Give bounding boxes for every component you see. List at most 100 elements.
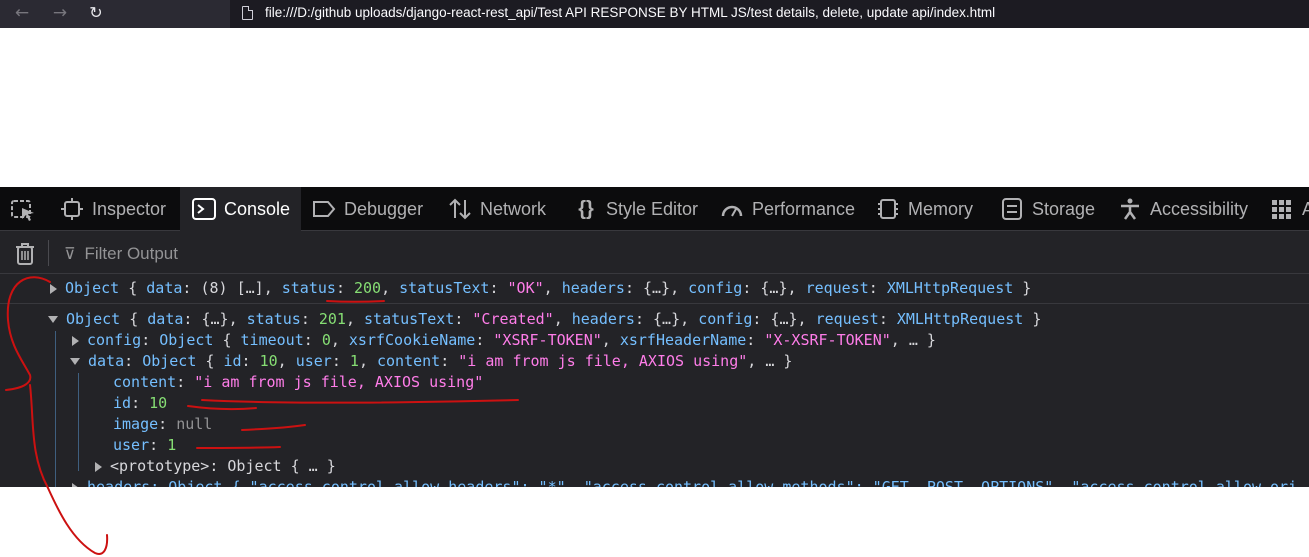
prop-value: {…} — [201, 310, 229, 328]
prop-value: 10 — [259, 352, 278, 370]
tab-accessibility[interactable]: Accessibility — [1118, 187, 1248, 231]
message-divider — [0, 303, 1309, 304]
expand-arrow-icon[interactable] — [72, 482, 79, 487]
prop-key: data — [88, 352, 125, 370]
object-label: Object — [65, 279, 120, 297]
inspector-icon — [60, 198, 84, 220]
prototype-row[interactable]: <prototype>: Object { … } — [95, 456, 336, 477]
tab-label: Accessibility — [1150, 198, 1249, 219]
console-message-2[interactable]: Object { data: {…}, status: 201, statusT… — [48, 309, 1041, 330]
prop-key: statusText — [399, 279, 490, 297]
prop-value: {…} — [643, 279, 671, 297]
prop-key: xsrfHeaderName — [619, 331, 747, 349]
more-tools-icon — [1270, 198, 1294, 220]
tab-inspector[interactable]: Inspector — [60, 187, 166, 231]
prop-key: data — [147, 310, 184, 328]
collapse-arrow-icon[interactable] — [48, 316, 58, 323]
collapse-arrow-icon[interactable] — [70, 358, 80, 365]
prop-value: {…} — [770, 310, 798, 328]
filter-placeholder: Filter Output — [84, 244, 178, 263]
toolbar-separator — [48, 240, 49, 266]
prop-value: {…} — [760, 279, 788, 297]
storage-icon — [1000, 198, 1024, 220]
prop-key: request — [815, 310, 879, 328]
expand-arrow-icon[interactable] — [50, 283, 57, 294]
prop-key: user — [113, 436, 150, 454]
prop-key: content — [113, 373, 177, 391]
tab-label: Style Editor — [606, 198, 699, 219]
accessibility-icon — [1118, 198, 1142, 220]
prop-key: id — [113, 394, 132, 412]
tab-label: A — [1302, 198, 1309, 219]
object-label: Object — [159, 331, 214, 349]
prop-key: xsrfCookieName — [348, 331, 476, 349]
user-prop-row[interactable]: user: 1 — [113, 435, 176, 456]
prop-key: timeout — [240, 331, 304, 349]
headers-row[interactable]: headers: Object { "access-control-allow-… — [72, 477, 1297, 487]
tab-storage[interactable]: Storage — [1000, 187, 1095, 231]
tab-network[interactable]: Network — [448, 187, 546, 231]
tab-more-tools[interactable]: A — [1270, 187, 1309, 231]
expand-arrow-icon[interactable] — [72, 335, 79, 346]
back-button[interactable]: ← — [10, 3, 34, 23]
config-row[interactable]: config: Object { timeout: 0, xsrfCookieN… — [72, 330, 936, 351]
expand-arrow-icon[interactable] — [95, 461, 102, 472]
prop-value: 1 — [349, 352, 359, 370]
prop-key: data — [146, 279, 183, 297]
object-label: Object — [66, 310, 121, 328]
prop-key: status — [246, 310, 301, 328]
prop-value: "OK" — [507, 279, 544, 297]
reload-button[interactable]: ↻ — [84, 3, 108, 23]
address-bar[interactable]: file:///D:/github uploads/django-react-r… — [230, 0, 1309, 28]
tab-console[interactable]: Console — [180, 187, 301, 231]
tab-label: Storage — [1032, 198, 1096, 219]
tab-label: Performance — [752, 198, 856, 219]
tab-memory[interactable]: Memory — [876, 187, 973, 231]
tab-label: Debugger — [344, 198, 424, 219]
tab-label: Console — [224, 198, 291, 219]
tab-label: Memory — [908, 198, 974, 219]
status-value: 201 — [318, 310, 346, 328]
prop-value: 1 — [167, 436, 177, 454]
prop-key: <prototype> — [110, 457, 210, 475]
element-picker-icon[interactable] — [10, 198, 38, 222]
prop-value: "XSRF-TOKEN" — [493, 331, 602, 349]
prop-value: "Created" — [472, 310, 554, 328]
tab-style-editor[interactable]: {} Style Editor — [574, 187, 698, 231]
tab-label: Network — [480, 198, 547, 219]
indent-guide — [55, 331, 56, 487]
prop-key: status — [281, 279, 336, 297]
prop-key: config — [87, 331, 142, 349]
console-output: Object { data: (8) […], status: 200, sta… — [0, 275, 1309, 487]
debugger-icon — [312, 198, 336, 220]
memory-icon — [876, 198, 900, 220]
file-page-icon — [242, 6, 253, 20]
forward-button[interactable]: → — [48, 3, 72, 23]
tab-performance[interactable]: Performance — [720, 187, 855, 231]
url-text[interactable]: file:///D:/github uploads/django-react-r… — [265, 5, 995, 20]
prop-key: content — [377, 352, 441, 370]
object-label: Object — [227, 457, 282, 475]
console-toolbar: ⊽ Filter Output — [0, 232, 1309, 274]
id-prop-row[interactable]: id: 10 — [113, 393, 167, 414]
prop-value: (8) […] — [200, 279, 264, 297]
content-prop-row[interactable]: content: "i am from js file, AXIOS using… — [113, 372, 483, 393]
object-label: Object — [142, 352, 197, 370]
data-row[interactable]: data: Object { id: 10, user: 1, content:… — [70, 351, 792, 372]
status-value: 200 — [354, 279, 382, 297]
filter-icon: ⊽ — [64, 246, 76, 263]
image-prop-row[interactable]: image: null — [113, 414, 212, 435]
console-message-1[interactable]: Object { data: (8) […], status: 200, sta… — [50, 278, 1031, 299]
devtools-tabbar: Inspector Console Debugger Network {} St… — [0, 187, 1309, 231]
filter-output-input[interactable]: ⊽ Filter Output — [64, 244, 178, 264]
prop-value: { … } — [290, 457, 336, 475]
trash-icon[interactable] — [14, 242, 36, 266]
headers-text: headers: Object { "access-control-allow-… — [87, 478, 1298, 487]
devtools-panel: Inspector Console Debugger Network {} St… — [0, 187, 1309, 487]
prop-key: statusText — [364, 310, 455, 328]
prop-value: "i am from js file, AXIOS using" — [194, 373, 484, 391]
tab-debugger[interactable]: Debugger — [312, 187, 423, 231]
browser-toolbar: ← → ↻ file:///D:/github uploads/django-r… — [0, 0, 1309, 28]
screenshot-root: ← → ↻ file:///D:/github uploads/django-r… — [0, 0, 1309, 557]
prop-value: XMLHttpRequest — [886, 279, 1014, 297]
